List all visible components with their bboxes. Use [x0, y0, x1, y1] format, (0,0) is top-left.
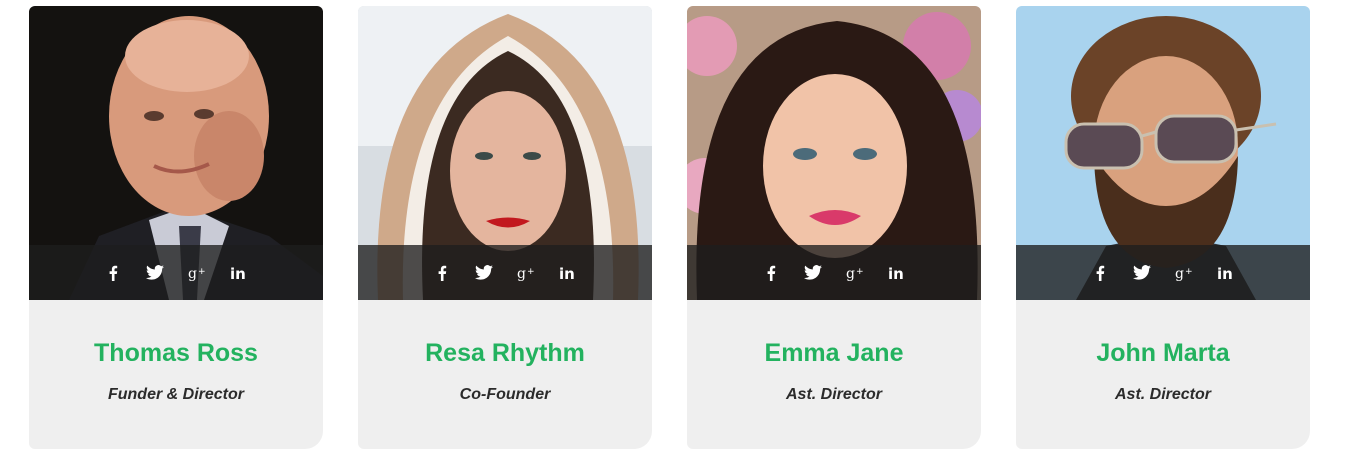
member-name: Thomas Ross: [94, 339, 258, 367]
facebook-icon[interactable]: [1090, 263, 1110, 283]
member-photo: g + in: [358, 6, 652, 300]
member-role: Funder & Director: [107, 386, 244, 403]
team-card: g + in Thomas Ross Funder & Director: [29, 6, 323, 449]
twitter-icon[interactable]: [1132, 263, 1152, 283]
member-name: Emma Jane: [764, 339, 904, 367]
team-card: g + in Emma Jane Ast. Director: [687, 6, 981, 449]
social-bar: g + in: [358, 245, 652, 300]
social-bar: g + in: [687, 245, 981, 300]
svg-text:in: in: [230, 265, 246, 281]
svg-text:g: g: [1175, 266, 1184, 281]
member-role: Ast. Director: [1114, 386, 1212, 403]
team-card: g + in Resa Rhythm Co-Founder: [358, 6, 652, 449]
twitter-icon[interactable]: [474, 263, 494, 283]
svg-text:+: +: [856, 267, 864, 277]
member-role: Ast. Director: [785, 386, 883, 403]
facebook-icon[interactable]: [761, 263, 781, 283]
svg-text:in: in: [888, 265, 904, 281]
member-photo: g + in: [29, 6, 323, 300]
member-photo: g + in: [687, 6, 981, 300]
google-plus-icon[interactable]: g +: [1174, 263, 1194, 283]
team-section: g + in Thomas Ross Funder & Director g +…: [0, 0, 1348, 458]
member-photo: g + in: [1016, 6, 1310, 300]
member-role: Co-Founder: [459, 386, 551, 403]
member-name: Resa Rhythm: [425, 339, 585, 367]
google-plus-icon[interactable]: g +: [845, 263, 865, 283]
svg-text:g: g: [517, 266, 526, 281]
linkedin-icon[interactable]: in: [558, 263, 578, 283]
svg-text:in: in: [559, 265, 575, 281]
svg-text:+: +: [198, 267, 206, 277]
twitter-icon[interactable]: [145, 263, 165, 283]
svg-text:+: +: [527, 267, 535, 277]
facebook-icon[interactable]: [432, 263, 452, 283]
social-bar: g + in: [29, 245, 323, 300]
facebook-icon[interactable]: [103, 263, 123, 283]
social-bar: g + in: [1016, 245, 1310, 300]
svg-text:in: in: [1217, 265, 1233, 281]
svg-text:g: g: [188, 266, 197, 281]
google-plus-icon[interactable]: g +: [187, 263, 207, 283]
linkedin-icon[interactable]: in: [1216, 263, 1236, 283]
member-name: John Marta: [1096, 339, 1230, 367]
svg-text:g: g: [846, 266, 855, 281]
twitter-icon[interactable]: [803, 263, 823, 283]
google-plus-icon[interactable]: g +: [516, 263, 536, 283]
team-card: g + in John Marta Ast. Director: [1016, 6, 1310, 449]
linkedin-icon[interactable]: in: [229, 263, 249, 283]
svg-text:+: +: [1185, 267, 1193, 277]
linkedin-icon[interactable]: in: [887, 263, 907, 283]
